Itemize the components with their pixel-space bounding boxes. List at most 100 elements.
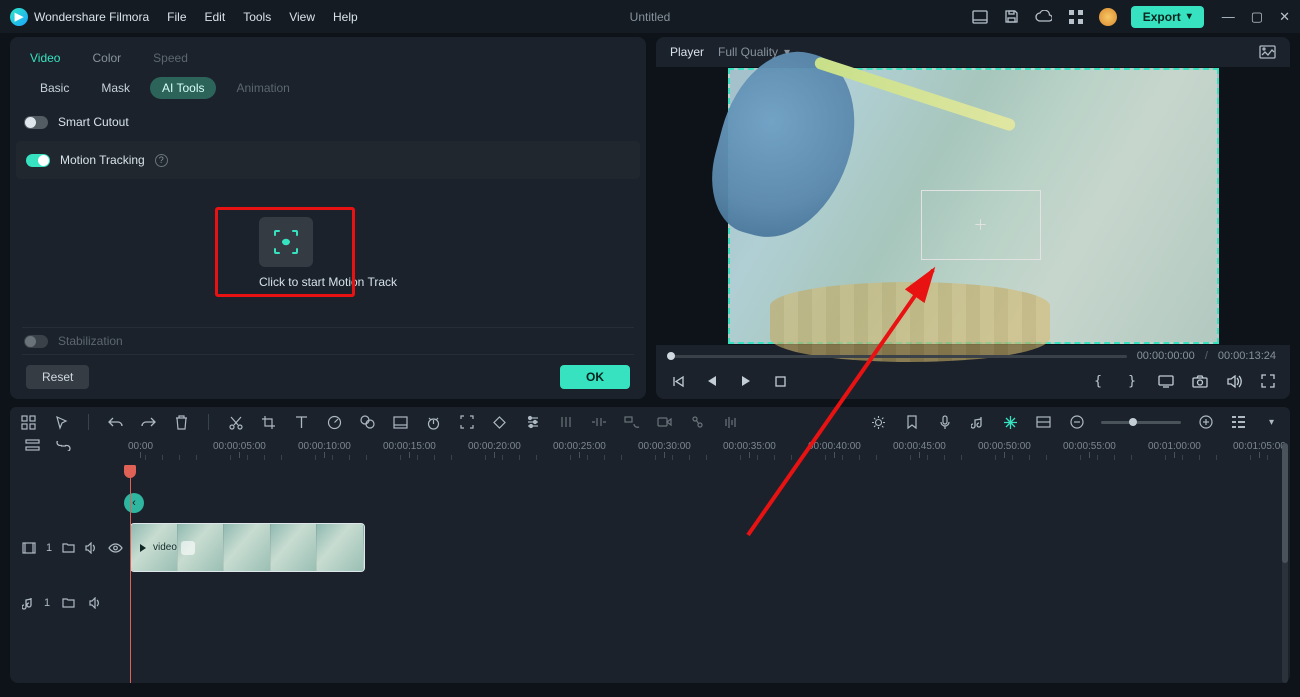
- cloud-icon[interactable]: [1035, 8, 1053, 26]
- subtab-mask[interactable]: Mask: [89, 77, 142, 99]
- scrollbar-thumb[interactable]: [1282, 443, 1288, 563]
- minimize-button[interactable]: —: [1222, 10, 1235, 23]
- zoom-slider-handle[interactable]: [1129, 418, 1137, 426]
- subtab-basic[interactable]: Basic: [28, 77, 81, 99]
- account-icon[interactable]: [1099, 8, 1117, 26]
- menu-view[interactable]: View: [289, 10, 315, 24]
- zoom-out-icon[interactable]: [1068, 414, 1085, 431]
- ruler-tick: 00:00:40:00: [808, 441, 861, 458]
- menu-file[interactable]: File: [167, 10, 186, 24]
- snapshot-icon[interactable]: [1259, 45, 1276, 59]
- quality-value: Full Quality: [718, 45, 778, 59]
- snapshot-button[interactable]: [1192, 373, 1208, 389]
- smart-cutout-toggle[interactable]: [24, 116, 48, 129]
- audio-sync-icon[interactable]: [722, 414, 739, 431]
- speed-edit-icon[interactable]: [326, 414, 343, 431]
- start-motion-track-button[interactable]: [259, 217, 313, 267]
- playhead[interactable]: [130, 465, 131, 683]
- folder-icon[interactable]: [60, 594, 77, 611]
- smart-render-icon[interactable]: [1002, 414, 1019, 431]
- ratio-icon[interactable]: [20, 414, 37, 431]
- ruler-tick: 00:00:45:00: [893, 441, 946, 458]
- keyframe-panel-icon[interactable]: [392, 414, 409, 431]
- player-label: Player: [670, 45, 704, 59]
- tracking-box[interactable]: ＋: [921, 190, 1041, 260]
- mute-icon[interactable]: [87, 594, 104, 611]
- ruler[interactable]: 00:0000:00:05:0000:00:10:0000:00:15:0000…: [128, 437, 1290, 465]
- keyframe-icon[interactable]: [491, 414, 508, 431]
- scrub-handle[interactable]: [667, 352, 675, 360]
- adjust-icon[interactable]: [524, 414, 541, 431]
- mark-out-icon[interactable]: }: [1124, 373, 1140, 389]
- timeline-more-icon[interactable]: ▾: [1263, 414, 1280, 431]
- subtab-ai-tools[interactable]: AI Tools: [150, 77, 216, 99]
- export-button[interactable]: Export ▾: [1131, 6, 1204, 28]
- audio-detach-icon[interactable]: [623, 414, 640, 431]
- display-icon[interactable]: [1158, 373, 1174, 389]
- motion-tracking-help-icon[interactable]: ?: [155, 154, 168, 167]
- timeline-options-icon[interactable]: [1230, 414, 1247, 431]
- close-button[interactable]: ✕: [1279, 10, 1290, 23]
- play-button[interactable]: [738, 373, 754, 389]
- delete-icon[interactable]: [173, 414, 190, 431]
- video-track-row[interactable]: video: [128, 520, 1290, 575]
- timeline-header-tools: [10, 437, 128, 454]
- tab-video[interactable]: Video: [28, 45, 62, 71]
- audio-mix-icon[interactable]: [557, 414, 574, 431]
- text-icon[interactable]: [293, 414, 310, 431]
- video-track-header: 1: [10, 520, 128, 575]
- crop-icon[interactable]: [260, 414, 277, 431]
- voiceover-icon[interactable]: [936, 414, 953, 431]
- marker-bookmark-icon[interactable]: [903, 414, 920, 431]
- audio-mixer-icon[interactable]: [969, 414, 986, 431]
- marker-handle[interactable]: ‹: [124, 493, 144, 513]
- reset-button[interactable]: Reset: [26, 365, 89, 389]
- redo-icon[interactable]: [140, 414, 157, 431]
- cut-icon[interactable]: [227, 414, 244, 431]
- video-clip[interactable]: video: [130, 523, 365, 572]
- volume-icon[interactable]: [1226, 373, 1242, 389]
- tab-color[interactable]: Color: [90, 45, 123, 71]
- save-icon[interactable]: [1003, 8, 1021, 26]
- link-icon[interactable]: [55, 437, 72, 454]
- mute-icon[interactable]: [85, 539, 98, 556]
- select-tool-icon[interactable]: [53, 414, 70, 431]
- mark-in-icon[interactable]: {: [1090, 373, 1106, 389]
- track-view-icon[interactable]: [24, 437, 41, 454]
- scrub-track[interactable]: [670, 355, 1127, 358]
- layout-icon[interactable]: [971, 8, 989, 26]
- tracks-area[interactable]: ‹ video: [128, 465, 1290, 683]
- inspector-bottom-bar: Reset OK: [10, 355, 646, 399]
- zoom-in-icon[interactable]: [1197, 414, 1214, 431]
- auto-reframe-icon[interactable]: [458, 414, 475, 431]
- play-backward-button[interactable]: [704, 373, 720, 389]
- preview-area: ＋: [656, 67, 1290, 345]
- menu-help[interactable]: Help: [333, 10, 358, 24]
- menu-tools[interactable]: Tools: [243, 10, 271, 24]
- zoom-slider[interactable]: [1101, 421, 1181, 424]
- render-preview-icon[interactable]: [870, 414, 887, 431]
- video-preview[interactable]: ＋: [728, 68, 1219, 344]
- audio-stretch-icon[interactable]: [590, 414, 607, 431]
- record-vo-icon[interactable]: [656, 414, 673, 431]
- speed-ramp-icon[interactable]: [425, 414, 442, 431]
- apps-icon[interactable]: [1067, 8, 1085, 26]
- stop-button[interactable]: [772, 373, 788, 389]
- titlebar-right: Export ▾ — ▢ ✕: [971, 6, 1290, 28]
- color-match-icon[interactable]: [359, 414, 376, 431]
- fullscreen-icon[interactable]: [1260, 373, 1276, 389]
- logo-icon: ▶: [10, 8, 28, 26]
- undo-icon[interactable]: [107, 414, 124, 431]
- visibility-icon[interactable]: [108, 539, 123, 556]
- ruler-tick: 00:00:30:00: [638, 441, 691, 458]
- track-size-icon[interactable]: [1035, 414, 1052, 431]
- prev-frame-button[interactable]: [670, 373, 686, 389]
- ok-button[interactable]: OK: [560, 365, 630, 389]
- marker-tool-icon[interactable]: [689, 414, 706, 431]
- maximize-button[interactable]: ▢: [1251, 10, 1263, 23]
- menu-edit[interactable]: Edit: [205, 10, 226, 24]
- timeline-scrollbar[interactable]: [1282, 443, 1288, 683]
- folder-icon[interactable]: [62, 539, 75, 556]
- motion-tracking-toggle[interactable]: [26, 154, 50, 167]
- audio-track-row[interactable]: [128, 575, 1290, 630]
